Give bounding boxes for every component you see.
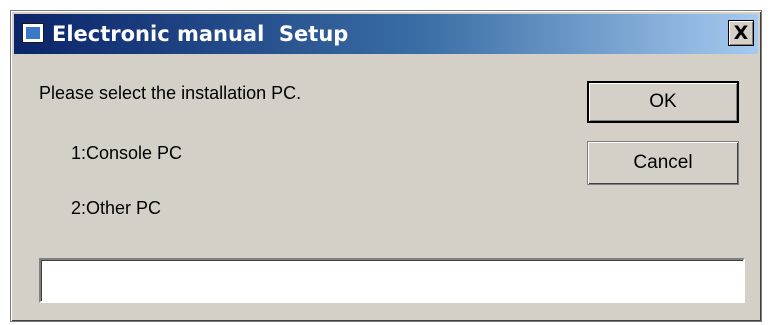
setup-dialog-window: Electronic manual Setup X Please select … <box>10 10 762 322</box>
prompt-text: Please select the installation PC. <box>39 83 302 103</box>
close-icon[interactable]: X <box>728 20 754 46</box>
cancel-button[interactable]: Cancel <box>587 141 739 185</box>
title-bar[interactable]: Electronic manual Setup X <box>14 14 758 54</box>
ok-button[interactable]: OK <box>587 81 739 123</box>
selection-input[interactable] <box>39 258 745 303</box>
option-other-pc: 2:Other PC <box>71 198 162 218</box>
window-title: Electronic manual Setup <box>52 22 349 46</box>
option-console-pc: 1:Console PC <box>71 143 183 163</box>
app-window-icon <box>22 23 44 43</box>
